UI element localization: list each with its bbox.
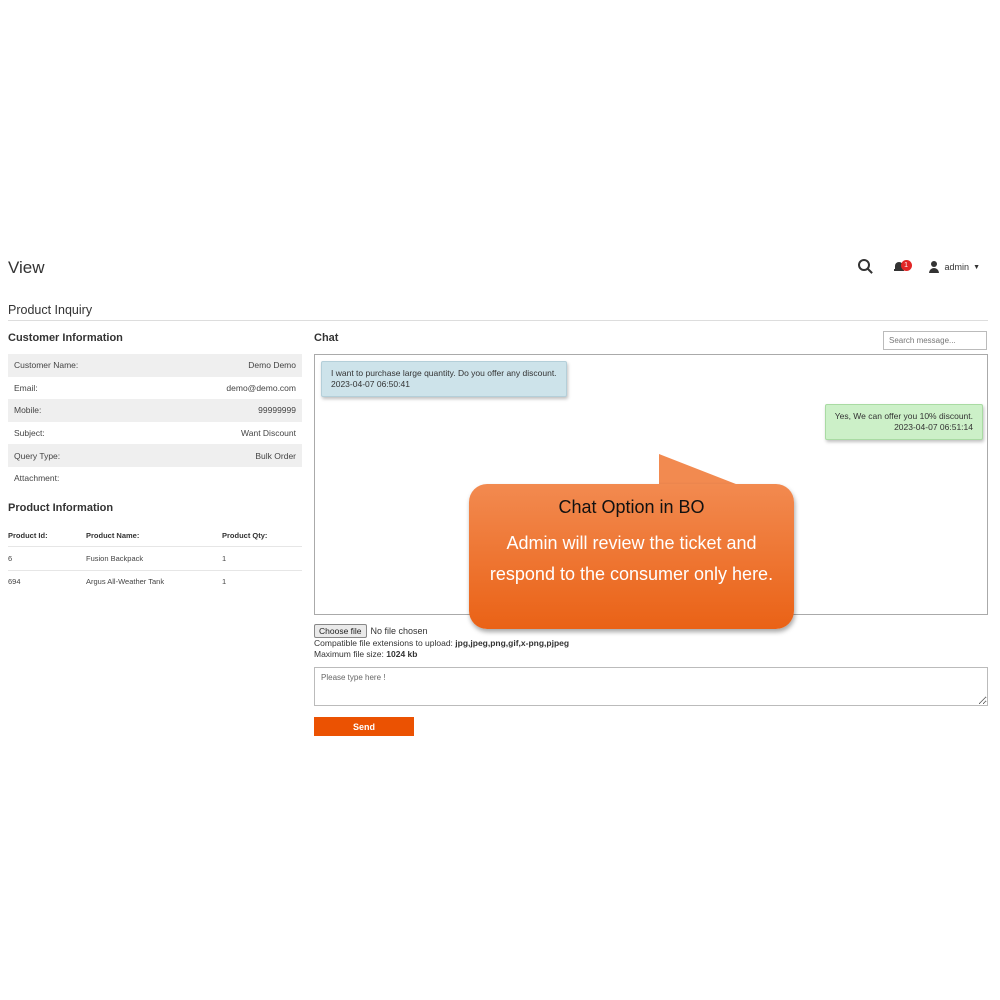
product-info-table: Product Id: Product Name: Product Qty: 6… xyxy=(8,524,302,593)
message-time: 2023-04-07 06:50:41 xyxy=(331,379,410,389)
file-size-label: Maximum file size: xyxy=(314,649,387,659)
bell-icon[interactable]: 1 xyxy=(893,259,912,275)
info-label: Subject: xyxy=(14,428,45,439)
info-row: Subject: Want Discount xyxy=(8,422,302,445)
user-icon xyxy=(928,261,940,273)
column-header: Product Name: xyxy=(86,530,140,540)
info-value: Bulk Order xyxy=(150,444,302,467)
file-size-note: Maximum file size: 1024 kb xyxy=(314,649,417,659)
user-icon-shoulders xyxy=(928,268,939,273)
info-label: Attachment: xyxy=(14,473,60,484)
chat-title: Chat xyxy=(314,332,339,344)
info-label: Customer Name: xyxy=(8,354,151,377)
notification-badge: 1 xyxy=(900,260,912,271)
callout-title: Chat Option in BO xyxy=(558,497,705,517)
info-value: demo@demo.com xyxy=(226,382,296,393)
info-row: Email: demo@demo.com xyxy=(8,377,302,400)
user-menu[interactable]: admin ▼ xyxy=(928,261,980,273)
customer-info-title: Customer Information xyxy=(8,332,123,344)
section-title: Product Inquiry xyxy=(8,303,93,317)
search-icon[interactable] xyxy=(857,259,874,275)
product-info-title: Product Information xyxy=(8,502,114,514)
info-label: Mobile: xyxy=(8,399,151,422)
table-row: 694 Argus All-Weather Tank 1 xyxy=(8,569,302,593)
search-message-input[interactable] xyxy=(883,331,987,350)
callout-box: Chat Option in BO Admin will review the … xyxy=(469,484,794,629)
page-title: View xyxy=(8,258,45,277)
search-handle xyxy=(866,268,873,274)
info-value xyxy=(150,467,302,490)
customer-info-table: Customer Name: Demo Demo Email: demo@dem… xyxy=(8,354,302,490)
info-label: Query Type: xyxy=(8,444,151,467)
message-input[interactable] xyxy=(314,667,988,706)
info-value: 99999999 xyxy=(150,399,302,422)
table-cell: 6 xyxy=(8,546,86,570)
info-row: Customer Name: Demo Demo xyxy=(8,354,302,377)
info-value: Demo Demo xyxy=(150,354,302,377)
table-cell: 1 xyxy=(222,569,302,593)
section-divider xyxy=(8,320,988,321)
table-header-row: Product Id: Product Name: Product Qty: xyxy=(8,524,302,547)
message-time: 2023-04-07 06:51:14 xyxy=(894,422,973,432)
file-upload: Choose file No file chosen xyxy=(314,624,428,638)
column-header: Product Qty: xyxy=(222,530,268,540)
callout-body: Admin will review the ticket and respond… xyxy=(489,533,774,584)
table-cell: Argus All-Weather Tank xyxy=(86,569,222,593)
message-text: Yes, We can offer you 10% discount. xyxy=(834,411,973,421)
table-cell: 1 xyxy=(222,546,302,570)
incoming-message: I want to purchase large quantity. Do yo… xyxy=(321,361,567,397)
extensions-value: jpg,jpeg,png,gif,x-png,pjpeg xyxy=(455,638,570,648)
choose-file-button[interactable]: Choose file xyxy=(314,624,367,638)
info-value: Want Discount xyxy=(241,428,296,439)
info-row: Mobile: 99999999 xyxy=(8,399,302,422)
column-header: Product Id: xyxy=(8,530,48,540)
table-cell: Fusion Backpack xyxy=(86,546,222,570)
user-icon-head xyxy=(930,261,937,267)
outgoing-message: Yes, We can offer you 10% discount. 2023… xyxy=(824,404,983,440)
file-extensions-note: Compatible file extensions to upload: jp… xyxy=(314,638,569,648)
table-row: 6 Fusion Backpack 1 xyxy=(8,546,302,570)
message-text: I want to purchase large quantity. Do yo… xyxy=(331,368,557,378)
extensions-label: Compatible file extensions to upload: xyxy=(314,638,456,648)
info-row: Query Type: Bulk Order xyxy=(8,444,302,467)
file-status: No file chosen xyxy=(370,626,428,636)
caret-down-icon: ▼ xyxy=(973,263,980,271)
header-actions: 1 admin ▼ xyxy=(857,259,980,275)
callout-pointer xyxy=(659,454,741,486)
info-row: Attachment: xyxy=(8,467,302,490)
file-size-value: 1024 kb xyxy=(386,649,418,659)
send-button[interactable]: Send xyxy=(314,717,414,736)
user-name: admin xyxy=(944,262,970,272)
info-label: Email: xyxy=(14,382,38,393)
table-cell: 694 xyxy=(8,569,86,593)
